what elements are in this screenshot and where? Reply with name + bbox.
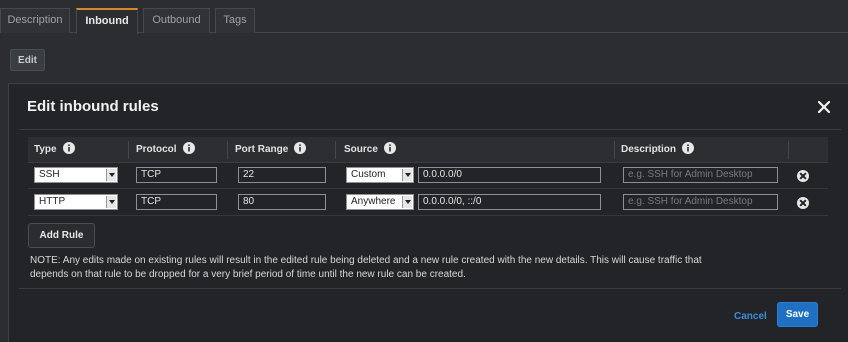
column-label: Type [34,144,57,155]
dropdown-arrow-icon [106,169,116,181]
dialog-footer: Cancel Save [9,289,848,342]
protocol-field: TCP [136,167,217,183]
type-select[interactable]: HTTP [34,194,118,210]
tab-tags[interactable]: Tags [215,8,255,33]
column-divider [128,141,129,159]
remove-icon[interactable] [797,170,809,182]
port-range-input[interactable]: 80 [238,194,326,210]
info-icon[interactable] [383,142,396,154]
source-select[interactable]: Custom [346,167,414,183]
dropdown-arrow-icon [402,196,412,208]
source-cidr-input[interactable]: 0.0.0.0/0, ::/0 [418,194,601,210]
column-header-port-range: Port Range [235,137,307,163]
note-line: NOTE: Any edits made on existing rules w… [30,255,702,266]
dialog-body: Type Protocol Port Range Source Descript… [19,129,841,289]
source-select-value: Custom [351,169,386,180]
edit-rules-button[interactable]: Edit [10,49,45,71]
rule-row: HTTP TCP 80 Anywhere 0.0.0.0/0, ::/0 e.g… [28,190,828,216]
tab-outbound[interactable]: Outbound [143,8,210,33]
column-label: Port Range [235,144,289,155]
cancel-button[interactable]: Cancel [734,311,767,322]
tab-description[interactable]: Description [0,8,70,33]
column-header-type: Type [34,137,75,163]
rule-row: SSH TCP 22 Custom 0.0.0.0/0 e.g. SSH for… [28,163,828,189]
source-select[interactable]: Anywhere [346,194,414,210]
note-line: depends on that rule to be dropped for a… [30,269,466,280]
dropdown-arrow-icon [106,196,116,208]
info-icon[interactable] [294,142,307,154]
port-range-input[interactable]: 22 [238,167,326,183]
column-divider [335,141,336,159]
dialog-title: Edit inbound rules [27,98,159,115]
column-divider [788,141,789,159]
dropdown-arrow-icon [402,169,412,181]
protocol-field: TCP [136,194,217,210]
close-icon[interactable] [815,98,833,116]
description-input[interactable]: e.g. SSH for Admin Desktop [623,194,778,210]
column-label: Source [344,144,378,155]
add-rule-button[interactable]: Add Rule [28,223,95,248]
info-icon[interactable] [182,142,195,154]
rules-table-header: Type Protocol Port Range Source Descript… [28,137,828,163]
type-select[interactable]: SSH [34,167,118,183]
column-label: Description [621,144,677,155]
info-icon[interactable] [62,142,75,154]
edit-inbound-rules-dialog: Edit inbound rules Type Protocol Port Ra… [8,83,848,342]
type-select-value: SSH [39,169,60,180]
column-header-source: Source [344,137,396,163]
column-header-description: Description [621,137,695,163]
column-header-protocol: Protocol [136,137,195,163]
remove-icon[interactable] [797,197,809,209]
tab-inbound[interactable]: Inbound [76,8,138,34]
info-icon[interactable] [682,142,695,154]
column-label: Protocol [136,144,177,155]
source-select-value: Anywhere [351,196,396,207]
column-divider [614,141,615,159]
save-button[interactable]: Save [777,302,818,327]
column-divider [227,141,228,159]
detail-tabs: Description Inbound Outbound Tags [0,8,848,34]
source-cidr-input[interactable]: 0.0.0.0/0 [418,167,601,183]
type-select-value: HTTP [39,196,66,207]
edit-warning-note: NOTE: Any edits made on existing rules w… [30,254,810,282]
description-input[interactable]: e.g. SSH for Admin Desktop [623,167,778,183]
